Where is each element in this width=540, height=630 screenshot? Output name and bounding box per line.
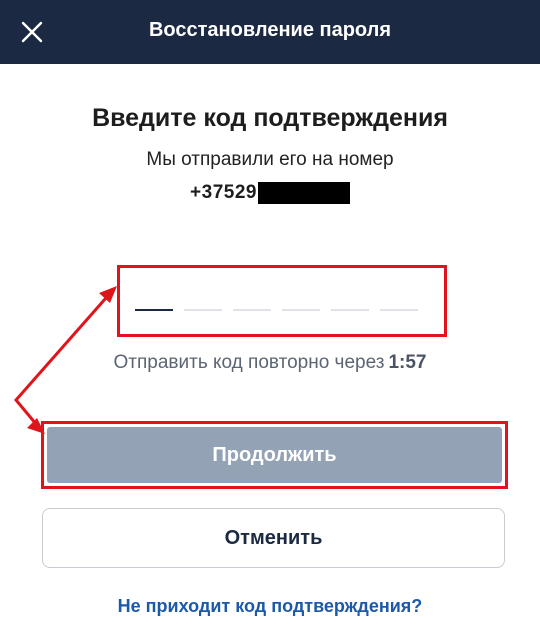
phone-redaction (257, 182, 350, 204)
phone-prefix: +37529 (190, 182, 257, 203)
code-not-received-link[interactable]: Не приходит код подтверждения? (0, 596, 540, 617)
arrowhead-up-icon (99, 286, 117, 303)
code-slot-5[interactable] (331, 309, 369, 311)
code-slot-2[interactable] (184, 309, 222, 311)
code-slot-6[interactable] (380, 309, 418, 311)
phone-number: +37529 (0, 180, 540, 206)
code-slot-3[interactable] (233, 309, 271, 311)
header-bar: Восстановление пароля (0, 0, 540, 64)
resend-timer: 1:57 (388, 352, 427, 373)
code-input[interactable] (117, 265, 447, 337)
cancel-button[interactable]: Отменить (42, 508, 505, 568)
continue-highlight: Продолжить (41, 421, 508, 489)
password-recovery-screen: Восстановление пароля Введите код подтве… (0, 0, 540, 630)
resend-countdown: Отправить код повторно через 1:57 (0, 352, 540, 374)
code-heading: Введите код подтверждения (92, 104, 448, 132)
resend-text: Отправить код повторно через (113, 352, 385, 373)
code-slot-1[interactable] (135, 309, 173, 311)
sent-to-text: Мы отправили его на номер (146, 149, 394, 170)
continue-button[interactable]: Продолжить (47, 427, 502, 483)
code-slot-4[interactable] (282, 309, 320, 311)
page-title: Восстановление пароля (148, 19, 392, 41)
